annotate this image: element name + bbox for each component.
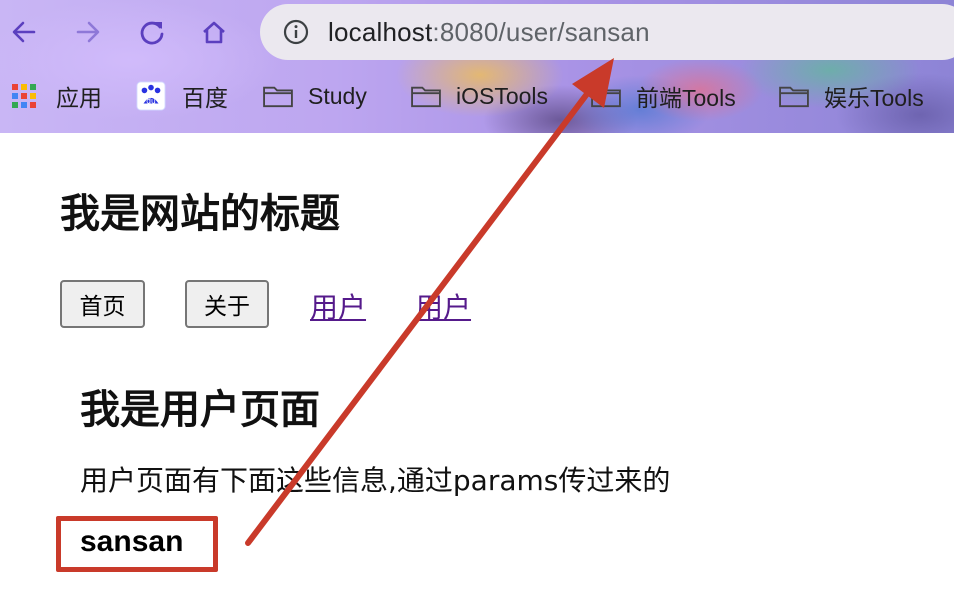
bookmark-iostools[interactable]: iOSTools (410, 74, 548, 118)
site-info-icon[interactable] (282, 18, 310, 46)
about-nav-button[interactable]: 关于 (185, 280, 269, 328)
folder-icon (778, 82, 810, 110)
baidu-icon: du (136, 81, 168, 111)
bookmark-apps[interactable]: 应用 (10, 74, 102, 118)
user-link-1[interactable]: 用户 (310, 286, 366, 326)
url-host: localhost (328, 16, 433, 47)
bookmark-label: 前端Tools (636, 85, 736, 111)
home-button[interactable] (194, 12, 234, 52)
bookmark-label: iOSTools (456, 82, 549, 109)
folder-icon (590, 82, 622, 110)
svg-text:du: du (146, 97, 156, 106)
url-path: :8080/user/sansan (432, 16, 650, 47)
url-text: localhost:8080/user/sansan (328, 17, 650, 48)
forward-arrow-icon (76, 21, 100, 43)
bookmark-label: Study (308, 82, 367, 109)
bookmark-study[interactable]: Study (262, 74, 367, 118)
apps-grid-icon (10, 82, 42, 110)
highlight-box (56, 516, 218, 572)
forward-button[interactable] (68, 12, 108, 52)
home-nav-button[interactable]: 首页 (60, 280, 145, 328)
back-button[interactable] (4, 12, 44, 52)
bookmark-frontend-tools[interactable]: 前端Tools (590, 74, 736, 118)
bookmark-label: 百度 (182, 85, 228, 111)
reload-icon (140, 21, 164, 45)
bookmarks-bar: 应用 du 百度 Study iOSTools 前端Tools 娱乐Tools (0, 74, 954, 118)
bookmark-entertainment-tools[interactable]: 娱乐Tools (778, 74, 924, 118)
back-arrow-icon (12, 21, 36, 43)
folder-icon (410, 82, 442, 110)
user-page-description: 用户页面有下面这些信息,通过params传过来的 (80, 464, 671, 497)
bookmark-label: 应用 (56, 85, 102, 111)
user-page-title: 我是用户页面 (80, 387, 320, 433)
user-link-2[interactable]: 用户 (415, 286, 471, 326)
folder-icon (262, 82, 294, 110)
bookmark-label: 娱乐Tools (824, 85, 924, 111)
site-title: 我是网站的标题 (60, 191, 340, 237)
reload-button[interactable] (132, 12, 172, 52)
browser-toolbar: localhost:8080/user/sansan 应用 du 百度 Stud… (0, 0, 954, 133)
home-icon (203, 21, 225, 44)
bookmark-baidu[interactable]: du 百度 (136, 74, 228, 118)
address-bar[interactable]: localhost:8080/user/sansan (260, 4, 954, 60)
